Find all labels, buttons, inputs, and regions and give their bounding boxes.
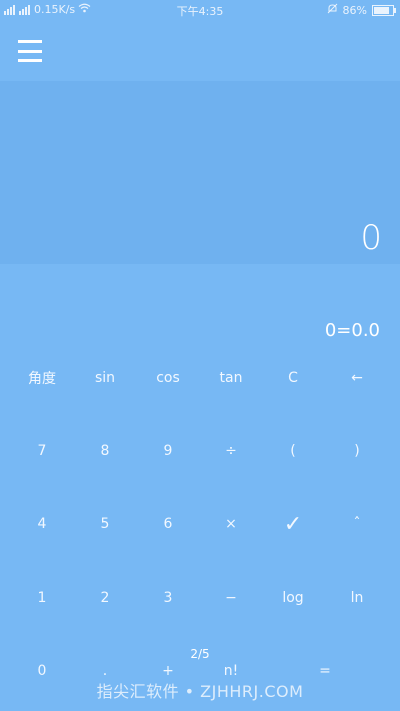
watermark: 指尖汇软件 • ZJHHRJ.COM [96, 682, 304, 701]
key-clear[interactable]: C [260, 358, 326, 398]
key-sin[interactable]: sin [72, 358, 138, 398]
key-left-paren[interactable]: ( [260, 431, 326, 471]
result-display: 0 [360, 218, 382, 258]
key-2[interactable]: 2 [72, 578, 138, 618]
key-4[interactable]: 4 [9, 504, 75, 544]
key-minus[interactable]: − [198, 578, 264, 618]
key-7[interactable]: 7 [9, 431, 75, 471]
battery-percent: 86% [342, 3, 367, 17]
display-panel: 0 [0, 81, 400, 264]
key-3[interactable]: 3 [135, 578, 201, 618]
key-divide[interactable]: ÷ [198, 431, 264, 471]
key-8[interactable]: 8 [72, 431, 138, 471]
hamburger-menu-icon[interactable] [18, 40, 42, 62]
page-indicator: 2/5 [190, 647, 210, 661]
expression-display: 0=0.0 [324, 320, 380, 341]
key-sqrt[interactable]: ✓ [260, 504, 326, 544]
key-1[interactable]: 1 [9, 578, 75, 618]
key-cos[interactable]: cos [135, 358, 201, 398]
key-9[interactable]: 9 [135, 431, 201, 471]
key-backspace[interactable]: ← [324, 358, 390, 398]
key-right-paren[interactable]: ) [324, 431, 390, 471]
key-6[interactable]: 6 [135, 504, 201, 544]
status-bar: 0.15K/s 下午4:35 86% [0, 0, 400, 20]
key-power[interactable]: ˆ [324, 504, 390, 544]
key-5[interactable]: 5 [72, 504, 138, 544]
key-log[interactable]: log [260, 578, 326, 618]
key-angle-mode[interactable]: 角度 [9, 358, 75, 398]
alarm-off-icon [327, 3, 338, 17]
key-multiply[interactable]: × [198, 504, 264, 544]
status-right: 86% [327, 3, 396, 17]
key-tan[interactable]: tan [198, 358, 264, 398]
key-ln[interactable]: ln [324, 578, 390, 618]
battery-icon [372, 4, 396, 16]
